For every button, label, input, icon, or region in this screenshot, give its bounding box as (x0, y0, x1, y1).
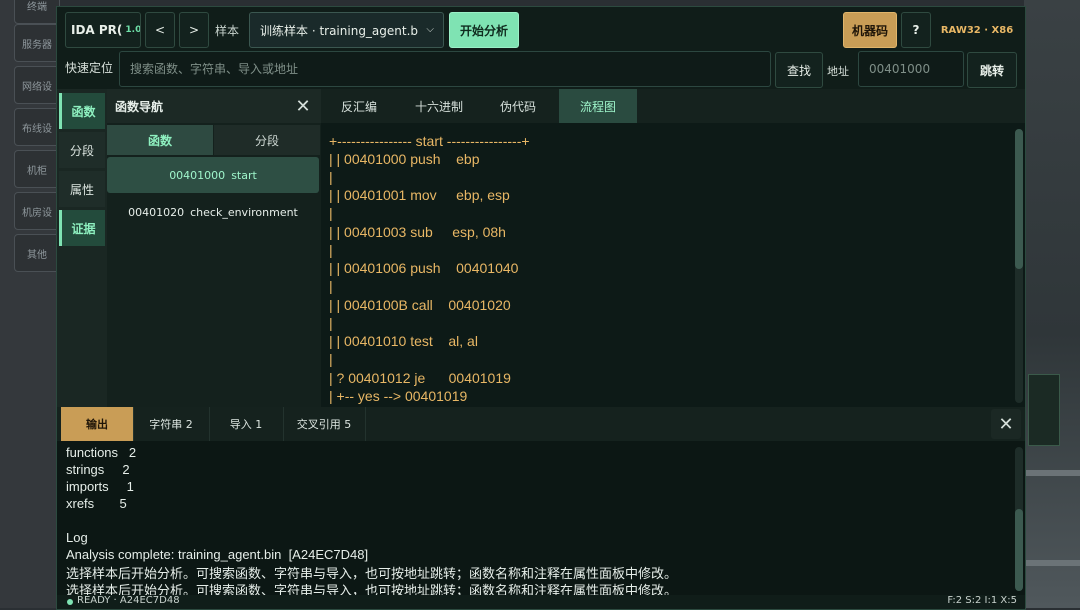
function-navigator-title: 函数导航 (115, 100, 164, 114)
code-line: | (329, 278, 333, 294)
sample-label: 样本 (215, 23, 240, 38)
tab-output[interactable]: 输出 (61, 407, 134, 441)
bg-sidebar-item: 其他 (14, 234, 60, 272)
machine-code-button[interactable]: 机器码 (843, 12, 897, 48)
output-scrollbar[interactable] (1015, 447, 1023, 591)
tab-pseudocode[interactable]: 伪代码 (481, 89, 555, 123)
code-view: 反汇编 十六进制 伪代码 流程图 +---------------- start… (321, 89, 1025, 407)
output-line: 选择样本后开始分析。可搜索函数、字符串与导入，也可按地址跳转；函数名称和注释在属… (66, 583, 678, 595)
code-line: +---------------- start ----------------… (329, 133, 530, 149)
close-icon[interactable]: ✕ (991, 409, 1021, 439)
tab-functions[interactable]: 函数 (107, 125, 213, 155)
back-button[interactable]: < (145, 12, 175, 48)
tab-strings[interactable]: 字符串 2 (133, 407, 210, 441)
side-tabs: 函数 分段 属性 证据 (57, 89, 107, 407)
status-bar: READY · A24EC7D48 F:2 S:2 I:1 X:5 (57, 595, 1025, 609)
tab-imports[interactable]: 导入 1 (209, 407, 284, 441)
code-line: | +-- yes --> 00401019 (329, 388, 468, 404)
scenery-rail (1024, 560, 1080, 566)
app-version: 1.0 (125, 25, 141, 35)
bg-sidebar-item: 机房设 (14, 192, 60, 230)
tab-hex[interactable]: 十六进制 (401, 89, 477, 123)
status-dot-icon (67, 599, 73, 605)
bg-sidebar-item: 终端 (14, 0, 60, 24)
quick-locate-bar: 快速定位 查找 地址 跳转 (57, 51, 1025, 89)
code-line: | | 0040100B call 00401020 (329, 297, 511, 313)
output-line: strings 2 (66, 462, 130, 477)
bg-sidebar-item: 机柜 (14, 150, 60, 188)
address-input[interactable] (858, 51, 964, 87)
function-navigator: 函数导航 ✕ 函数 分段 00401000 start 00401020 che… (107, 89, 321, 407)
function-list-item[interactable]: 00401000 start (107, 157, 319, 193)
code-line: | (329, 169, 333, 185)
search-input[interactable] (119, 51, 771, 87)
bg-sidebar-item: 网络设 (14, 66, 60, 104)
chevron-down-icon: ⌵ (426, 24, 434, 35)
scenery-post (1028, 374, 1060, 446)
background-sidebar: 终端 服务器 网络设 布线设 机柜 机房设 其他 (0, 0, 60, 608)
output-log: functions 2 strings 2 imports 1 xrefs 5 … (57, 441, 1007, 595)
disassembler-window: IDA PR( 1.0 < > 样本 训练样本 · training_agent… (56, 6, 1026, 610)
output-line: xrefs 5 (66, 496, 127, 511)
bg-sidebar-item: 布线设 (14, 108, 60, 146)
code-line: | (329, 315, 333, 331)
output-tabs: 输出 字符串 2 导入 1 交叉引用 5 ✕ (57, 407, 1025, 441)
side-tab-functions[interactable]: 函数 (59, 93, 105, 129)
output-scrollbar-thumb[interactable] (1015, 509, 1023, 591)
function-address: 00401000 (169, 168, 226, 182)
scenery-rail (1024, 470, 1080, 476)
output-line: functions 2 (66, 445, 137, 460)
tab-disassembly[interactable]: 反汇编 (321, 89, 397, 123)
function-list-item[interactable]: 00401020 check_environment (107, 194, 319, 230)
help-button[interactable]: ? (901, 12, 931, 48)
output-line: Analysis complete: training_agent.bin [A… (66, 547, 369, 562)
tab-segments[interactable]: 分段 (214, 125, 320, 155)
quick-locate-label: 快速定位 (65, 61, 114, 75)
code-line: | | 00401003 sub esp, 08h (329, 224, 506, 240)
app-name: IDA PR( (71, 23, 123, 37)
flowchart-text: +---------------- start ----------------… (321, 123, 1011, 407)
code-line: | | 00401010 test al, al (329, 333, 478, 349)
code-line: | | 00401006 push 00401040 (329, 260, 519, 276)
sample-select[interactable]: 训练样本 · training_agent.b ⌵ (249, 12, 444, 48)
close-icon[interactable]: ✕ (289, 92, 317, 120)
background-scenery (1024, 0, 1080, 608)
function-navigator-header: 函数导航 ✕ (107, 89, 321, 123)
function-address: 00401020 (128, 205, 185, 219)
code-line: | (329, 242, 333, 258)
forward-button[interactable]: > (179, 12, 209, 48)
code-line: | ? 00401012 je 00401019 (329, 370, 511, 386)
bg-sidebar-item: 服务器 (14, 24, 60, 62)
tab-flowchart[interactable]: 流程图 (559, 89, 637, 123)
code-scrollbar-thumb[interactable] (1015, 129, 1023, 269)
app-title: IDA PR( 1.0 (65, 12, 141, 48)
status-text: READY · A24EC7D48 (77, 595, 180, 606)
side-tab-properties[interactable]: 属性 (59, 171, 105, 207)
status-counts: F:2 S:2 I:1 X:5 (947, 595, 1017, 606)
code-line: | | 00401000 push ebp (329, 151, 480, 167)
code-scrollbar[interactable] (1015, 129, 1023, 403)
output-panel: 输出 字符串 2 导入 1 交叉引用 5 ✕ functions 2 strin… (57, 407, 1025, 595)
arch-badge: RAW32 · X86 (940, 24, 1014, 36)
function-name: check_environment (190, 205, 298, 219)
start-analysis-button[interactable]: 开始分析 (449, 12, 519, 48)
function-navigator-tabs: 函数 分段 (107, 125, 321, 155)
code-view-tabs: 反汇编 十六进制 伪代码 流程图 (321, 89, 1025, 123)
output-line: imports 1 (66, 479, 134, 494)
code-line: | | 00401001 mov ebp, esp (329, 187, 510, 203)
toolbar: IDA PR( 1.0 < > 样本 训练样本 · training_agent… (57, 7, 1025, 51)
output-line: Log (66, 530, 88, 545)
code-line: | (329, 205, 333, 221)
jump-button[interactable]: 跳转 (967, 52, 1017, 88)
sample-select-value: 训练样本 · training_agent.b (260, 23, 419, 38)
side-tab-segments[interactable]: 分段 (59, 132, 105, 168)
code-line: | (329, 351, 333, 367)
tab-xrefs[interactable]: 交叉引用 5 (283, 407, 366, 441)
side-tab-evidence[interactable]: 证据 (59, 210, 105, 246)
function-name: start (231, 168, 257, 182)
find-button[interactable]: 查找 (775, 52, 823, 88)
address-label: 地址 (827, 65, 849, 78)
